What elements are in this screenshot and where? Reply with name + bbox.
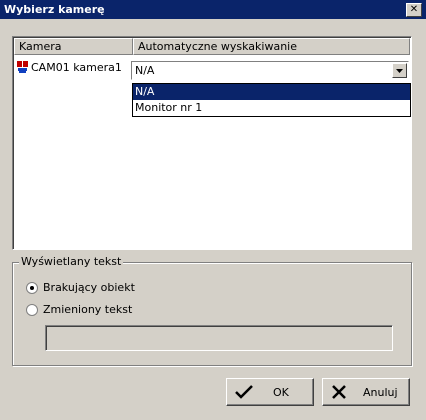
camera-name: CAM01 kamera1 bbox=[31, 60, 122, 74]
list-item[interactable]: CAM01 kamera1 bbox=[17, 59, 122, 75]
auto-popup-select[interactable]: N/A bbox=[131, 61, 409, 80]
ok-button[interactable]: OK bbox=[226, 378, 314, 406]
title-bar: Wybierz kamerę ✕ bbox=[0, 0, 426, 19]
close-button[interactable]: ✕ bbox=[406, 3, 422, 17]
chevron-down-icon bbox=[396, 69, 403, 73]
cancel-button[interactable]: Anuluj bbox=[322, 378, 410, 406]
checkmark-icon bbox=[235, 385, 253, 399]
column-header-auto-popup[interactable]: Automatyczne wyskakiwanie bbox=[133, 38, 410, 55]
dropdown-list[interactable]: N/A Monitor nr 1 bbox=[132, 83, 411, 117]
radio-label-missing-object: Brakujący obiekt bbox=[43, 281, 135, 294]
radio-button-checked[interactable] bbox=[26, 281, 38, 294]
dropdown-button[interactable] bbox=[392, 63, 407, 78]
dropdown-option-monitor-1[interactable]: Monitor nr 1 bbox=[133, 100, 410, 116]
camera-list[interactable]: Kamera Automatyczne wyskakiwanie CAM01 k… bbox=[12, 36, 412, 250]
radio-label-changed-text: Zmieniony tekst bbox=[43, 303, 133, 316]
group-label: Wyświetlany tekst bbox=[19, 255, 124, 268]
radio-changed-text[interactable]: Zmieniony tekst bbox=[26, 303, 132, 316]
custom-text-field[interactable] bbox=[45, 325, 393, 351]
radio-missing-object[interactable]: Brakujący obiekt bbox=[26, 281, 135, 294]
column-header-camera[interactable]: Kamera bbox=[14, 38, 133, 55]
radio-button[interactable] bbox=[26, 303, 38, 316]
auto-popup-value: N/A bbox=[135, 64, 155, 77]
cancel-label: Anuluj bbox=[363, 386, 398, 399]
ok-label: OK bbox=[273, 386, 289, 399]
close-icon: ✕ bbox=[409, 4, 419, 15]
dropdown-option-na[interactable]: N/A bbox=[133, 84, 410, 100]
camera-icon bbox=[17, 60, 28, 73]
x-icon bbox=[332, 385, 346, 399]
window-title: Wybierz kamerę bbox=[4, 3, 105, 16]
